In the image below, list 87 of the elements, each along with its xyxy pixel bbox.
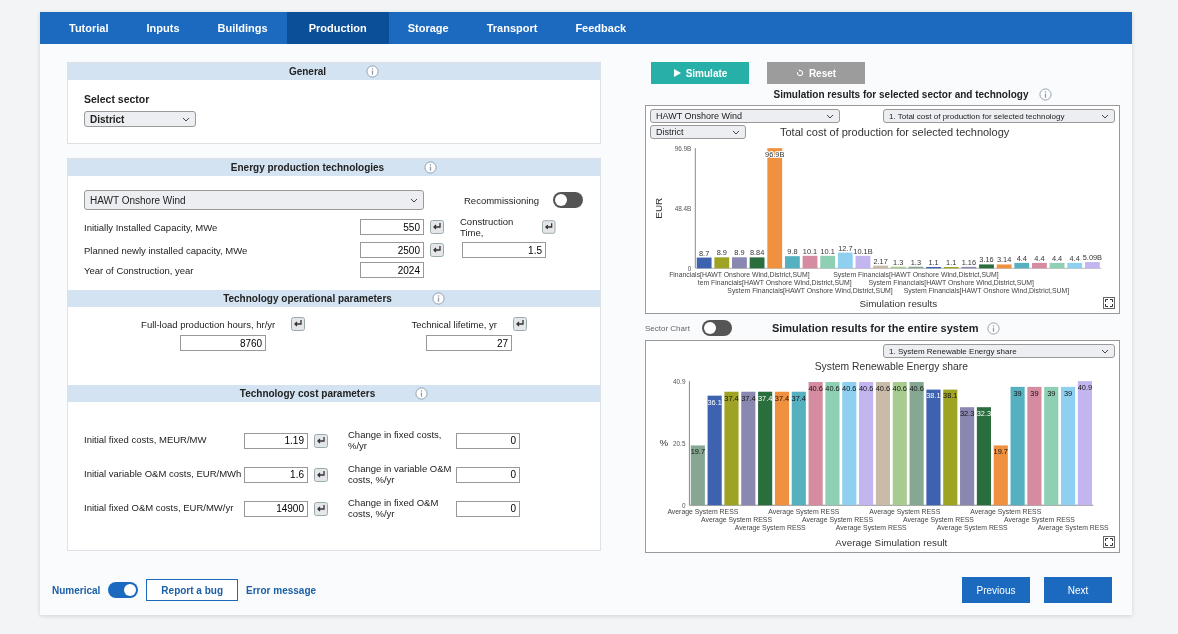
caret-icon [1101, 348, 1109, 354]
bar [1014, 262, 1030, 269]
report-bug-button[interactable]: Report a bug [146, 579, 239, 601]
bar [855, 255, 871, 269]
next-button[interactable]: Next [1044, 577, 1112, 603]
bar [732, 257, 747, 269]
caret-icon [732, 129, 740, 135]
play-icon [672, 69, 681, 77]
nav-tab[interactable]: Storage [388, 12, 468, 44]
number-field[interactable]: 2500 [360, 242, 424, 258]
field-label: Select sector [84, 93, 150, 105]
field-label: Construction Time, [460, 216, 515, 238]
chart-title: Total cost of production for selected technology [780, 126, 1010, 138]
axis-title: Simulation results [859, 297, 938, 309]
bar [979, 264, 994, 269]
bar [714, 257, 730, 269]
bar [749, 257, 765, 269]
number-field[interactable]: 14900 [244, 500, 308, 517]
nav-tab[interactable]: Inputs [127, 12, 199, 44]
number-field[interactable]: 1.6 [244, 466, 308, 483]
technology-select[interactable]: HAWT Onshore Wind [84, 190, 424, 210]
numerical-toggle[interactable] [108, 582, 139, 598]
metric-select[interactable]: 1. Total cost of production for selected technology [883, 109, 1115, 123]
fullscreen-icon[interactable] [1103, 536, 1115, 548]
field-label: Change in variable O&M costs, %/yr [348, 463, 453, 486]
chart-title: System Renewable Energy share [814, 361, 968, 373]
number-field[interactable]: 1.19 [244, 432, 308, 449]
nav-tab[interactable]: Tutorial [50, 12, 128, 44]
fullscreen-icon[interactable] [1103, 297, 1115, 309]
bar [837, 252, 853, 269]
number-field[interactable]: 0 [456, 500, 520, 517]
bar [993, 445, 1008, 506]
section-title: Simulation results for selected sector and technology [773, 89, 1029, 100]
section-title: Energy production technologies [230, 162, 385, 173]
bar [961, 266, 977, 269]
recommissioning-toggle[interactable] [553, 192, 583, 208]
bar [908, 266, 924, 269]
number-field[interactable]: 2024 [360, 262, 424, 278]
previous-button[interactable]: Previous [962, 577, 1030, 603]
section-title: Technology cost parameters [239, 388, 376, 399]
field-label: Initial fixed O&M costs, EUR/MW/yr [84, 503, 235, 515]
field-label: Initially Installed Capacity, MWe [84, 221, 219, 233]
field-label: Change in fixed O&M costs, %/yr [348, 497, 440, 520]
axis-title: EUR [652, 197, 664, 219]
caret-icon [410, 197, 418, 203]
bar [802, 255, 818, 269]
number-field[interactable]: 0 [456, 466, 520, 483]
metric-select[interactable]: 1. System Renewable Energy share [883, 344, 1115, 358]
bar [690, 445, 705, 506]
field-label: Full-load production hours, hr/yr [141, 318, 276, 330]
number-field[interactable]: 550 [360, 219, 424, 235]
technology-select[interactable]: HAWT Onshore Wind [650, 109, 840, 123]
nav-tab[interactable]: Production [286, 12, 389, 44]
field-label: Change in fixed costs, %/yr [348, 430, 443, 452]
nav-tab[interactable]: Transport [467, 12, 557, 44]
bar [996, 264, 1012, 269]
toggle-label: Recommissioning [464, 194, 539, 206]
number-field[interactable]: 0 [456, 432, 520, 449]
sector-chart-toggle[interactable] [701, 320, 732, 336]
caret-icon [826, 113, 834, 119]
toggle-label: Numerical [52, 584, 101, 596]
field-label: Year of Construction, year [84, 264, 195, 276]
field-label: Initial variable O&M costs, EUR/MWh [84, 469, 243, 481]
field-label: Technical lifetime, yr [411, 318, 497, 330]
axis-title: % [659, 437, 669, 449]
caret-icon [182, 116, 190, 122]
caret-icon [1101, 113, 1109, 119]
axis-title: Average Simulation result [835, 536, 948, 548]
field-label: Initial fixed costs, MEUR/MW [84, 435, 208, 447]
toggle-label: Sector Chart [645, 323, 690, 333]
number-field[interactable]: 1.5 [462, 242, 546, 258]
rotate-icon [795, 69, 804, 77]
bar [1032, 262, 1047, 269]
bar [696, 257, 712, 269]
bar [1049, 262, 1065, 269]
field-label: Planned newly installed capacity, MWe [84, 244, 249, 256]
section-title: General [288, 66, 327, 77]
bar [820, 255, 836, 269]
nav-tab[interactable]: Buildings [198, 12, 287, 44]
sector-select[interactable]: District [650, 125, 746, 139]
nav-tab[interactable]: Feedback [556, 12, 646, 44]
number-field[interactable]: 8760 [180, 335, 267, 351]
section-title: Simulation results for the entire system [771, 322, 979, 334]
number-field[interactable]: 27 [426, 335, 513, 351]
section-title: Technology operational parameters [223, 293, 392, 304]
sector-select[interactable]: District [84, 111, 196, 127]
error-message-link[interactable]: Error message [246, 584, 317, 596]
